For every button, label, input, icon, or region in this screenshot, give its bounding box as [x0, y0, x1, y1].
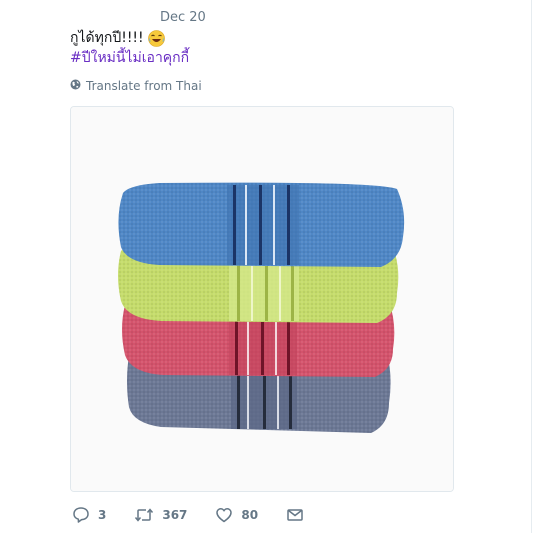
- reply-button[interactable]: 3: [72, 506, 106, 524]
- retweet-icon: [134, 506, 154, 524]
- retweet-count: 367: [162, 508, 188, 522]
- heart-icon: [215, 506, 233, 524]
- envelope-icon: [286, 506, 304, 524]
- tweet-text: กูได้ทุกปี!!!! #ปีใหม่นี้ไม่เอาคุกกี้: [70, 28, 189, 68]
- like-button[interactable]: 80: [215, 506, 258, 524]
- tweet-actions: 3 367 80: [72, 505, 332, 525]
- laughing-emoji-icon: [147, 29, 165, 47]
- reply-icon: [72, 506, 90, 524]
- tweet-timestamp[interactable]: Dec 20: [160, 10, 206, 25]
- translate-label: Translate from Thai: [86, 79, 202, 93]
- tweet-media-image[interactable]: [70, 106, 454, 492]
- direct-message-button[interactable]: [286, 506, 304, 524]
- towel-blue: [118, 182, 405, 267]
- hashtag-link[interactable]: #ปีใหม่นี้ไม่เอาคุกกี้: [70, 48, 189, 68]
- stacked-towels-image: [71, 107, 453, 491]
- translate-link[interactable]: Translate from Thai: [70, 79, 202, 93]
- timeline-divider: [531, 0, 532, 533]
- like-count: 80: [241, 508, 259, 522]
- tweet-body-text: กูได้ทุกปี!!!!: [70, 30, 144, 46]
- reply-count: 3: [98, 508, 107, 522]
- retweet-button[interactable]: 367: [134, 506, 187, 524]
- globe-icon: [70, 79, 81, 93]
